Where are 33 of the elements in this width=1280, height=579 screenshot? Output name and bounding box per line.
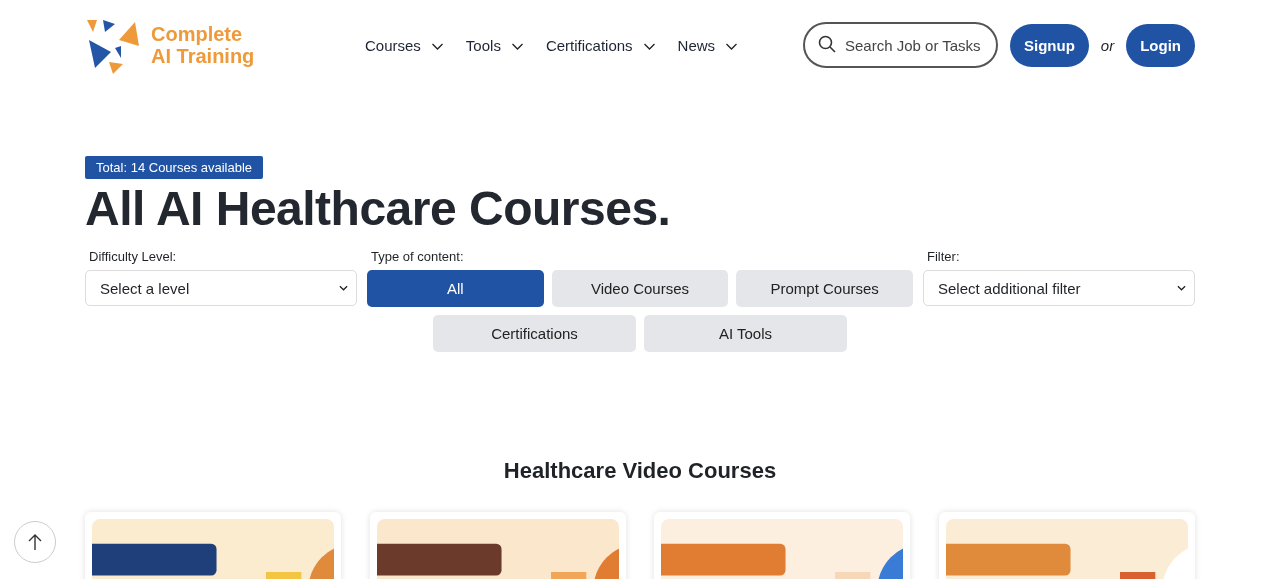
chevron-down-icon bbox=[1177, 285, 1186, 291]
content-type-button[interactable]: All bbox=[367, 270, 544, 307]
chevron-down-icon bbox=[725, 42, 739, 51]
separator-text: or bbox=[1100, 36, 1115, 54]
search-field[interactable]: Search Job or Tasks bbox=[803, 22, 998, 68]
content-type-button[interactable]: AI Tools bbox=[644, 315, 847, 352]
login-button[interactable]: Login bbox=[1126, 23, 1195, 67]
difficulty-select[interactable]: Select a level bbox=[85, 270, 357, 306]
search-icon bbox=[818, 35, 836, 53]
content-type-button[interactable]: Video Courses bbox=[551, 270, 729, 307]
section-title: Healthcare Video Courses bbox=[502, 458, 778, 484]
logo-icon bbox=[85, 18, 141, 74]
filter-label: Filter: bbox=[926, 249, 961, 264]
nav-menu-item[interactable]: Certifications bbox=[545, 36, 656, 54]
scroll-to-top-button[interactable] bbox=[14, 521, 56, 563]
filter-label: Type of content: bbox=[370, 249, 465, 264]
nav-menu-item[interactable]: Tools bbox=[465, 36, 524, 54]
logo-text: Complete bbox=[151, 23, 244, 45]
signup-button[interactable]: Signup bbox=[1010, 23, 1089, 67]
filter-select[interactable]: Select additional filter bbox=[923, 270, 1195, 306]
chevron-down-icon bbox=[430, 42, 444, 51]
nav-menu-item[interactable]: News bbox=[677, 36, 739, 54]
chevron-down-icon bbox=[339, 285, 348, 291]
nav-menu-item[interactable]: Courses bbox=[365, 36, 444, 54]
chevron-down-icon bbox=[642, 42, 656, 51]
content-type-button[interactable]: Certifications bbox=[433, 315, 636, 352]
total-badge: Total: 14 Courses available bbox=[85, 156, 264, 179]
filter-label: Difficulty Level: bbox=[88, 249, 178, 264]
content-type-button[interactable]: Prompt Courses bbox=[736, 270, 913, 307]
logo-text: AI Training bbox=[151, 45, 255, 67]
arrow-up-icon bbox=[28, 533, 42, 551]
chevron-down-icon bbox=[510, 42, 524, 51]
page-title: All AI Healthcare Courses. bbox=[85, 181, 672, 237]
